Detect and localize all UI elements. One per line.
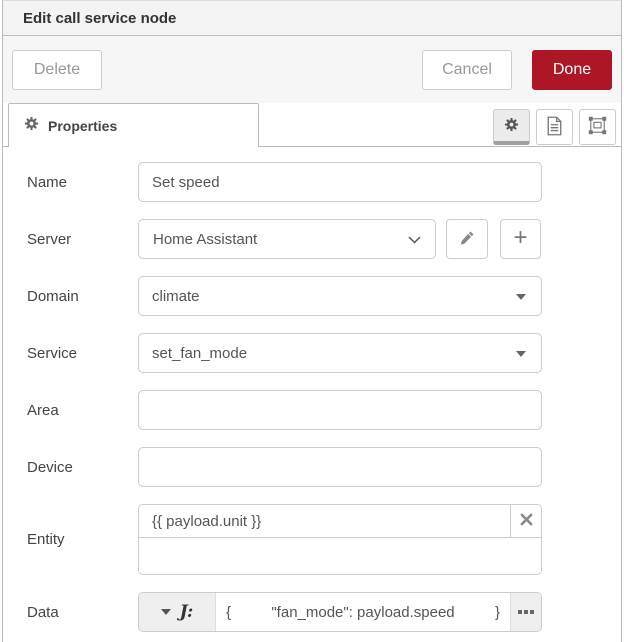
form-row-domain: Domain bbox=[3, 276, 621, 316]
properties-view-button[interactable] bbox=[493, 109, 530, 145]
entity-label: Entity bbox=[27, 531, 65, 548]
node-properties-form: Name Server Home Assistant bbox=[3, 147, 621, 632]
description-view-button[interactable] bbox=[536, 109, 573, 145]
expand-expression-button[interactable] bbox=[510, 593, 541, 631]
editor-view-buttons bbox=[493, 109, 616, 145]
form-row-area: Area bbox=[3, 390, 621, 430]
domain-label: Domain bbox=[27, 287, 79, 305]
ellipsis-icon bbox=[518, 610, 522, 614]
entity-list bbox=[138, 504, 542, 575]
entity-new-row bbox=[139, 538, 541, 574]
name-input[interactable] bbox=[138, 162, 542, 202]
entity-input[interactable] bbox=[139, 505, 510, 537]
entity-list-item bbox=[139, 505, 541, 538]
chevron-down-icon bbox=[408, 231, 421, 248]
service-label: Service bbox=[27, 344, 78, 362]
delete-button[interactable]: Delete bbox=[12, 49, 102, 90]
tab-bar: Properties bbox=[3, 103, 621, 147]
form-row-name: Name bbox=[3, 162, 621, 202]
tab-properties[interactable]: Properties bbox=[8, 103, 259, 147]
caret-down-icon bbox=[160, 609, 171, 615]
open-brace: { bbox=[226, 603, 232, 621]
service-combobox[interactable] bbox=[138, 333, 542, 373]
form-row-server: Server Home Assistant + bbox=[3, 219, 621, 259]
edit-node-tray: Edit call service node Delete Cancel Don… bbox=[2, 0, 622, 642]
dialog-title: Edit call service node bbox=[23, 9, 177, 27]
data-type-select[interactable]: J: bbox=[139, 593, 216, 631]
data-typed-input: J: { "fan_mode": payload.speed } bbox=[138, 592, 542, 632]
close-brace: } bbox=[494, 603, 500, 621]
tab-properties-label: Properties bbox=[48, 117, 118, 134]
expression-text: "fan_mode": payload.speed bbox=[271, 603, 455, 621]
area-label: Area bbox=[27, 401, 59, 419]
form-row-service: Service bbox=[3, 333, 621, 373]
plus-icon: + bbox=[513, 224, 528, 251]
gear-icon bbox=[24, 116, 39, 136]
appearance-view-button[interactable] bbox=[579, 109, 616, 145]
server-select-value: Home Assistant bbox=[153, 230, 258, 248]
name-label: Name bbox=[27, 173, 68, 191]
pencil-icon bbox=[459, 229, 476, 249]
form-row-data: Data J: { "fan_mode": payload.speed } bbox=[3, 592, 621, 632]
entity-new-input[interactable] bbox=[139, 538, 541, 574]
form-row-device: Device bbox=[3, 447, 621, 487]
jsonata-expression-icon: J: bbox=[179, 602, 194, 622]
domain-combobox[interactable] bbox=[138, 276, 542, 316]
edit-server-button[interactable] bbox=[446, 219, 488, 259]
done-button[interactable]: Done bbox=[532, 49, 612, 90]
device-label: Device bbox=[27, 458, 73, 476]
close-icon bbox=[520, 513, 533, 529]
cancel-button[interactable]: Cancel bbox=[422, 49, 512, 90]
gear-icon bbox=[504, 117, 519, 135]
area-input[interactable] bbox=[138, 390, 542, 430]
appearance-icon bbox=[588, 116, 607, 138]
toolbar-right-group: Cancel Done bbox=[422, 49, 612, 90]
dialog-toolbar: Delete Cancel Done bbox=[3, 36, 621, 103]
remove-entity-button[interactable] bbox=[510, 505, 541, 537]
dialog-header: Edit call service node bbox=[3, 1, 621, 36]
device-input[interactable] bbox=[138, 447, 542, 487]
server-select[interactable]: Home Assistant bbox=[138, 219, 436, 259]
data-label: Data bbox=[27, 603, 59, 621]
form-row-entity: Entity bbox=[3, 504, 621, 575]
data-expression-input[interactable]: { "fan_mode": payload.speed } bbox=[216, 593, 510, 631]
server-label: Server bbox=[27, 230, 72, 248]
document-icon bbox=[546, 116, 563, 139]
add-server-button[interactable]: + bbox=[500, 219, 541, 259]
